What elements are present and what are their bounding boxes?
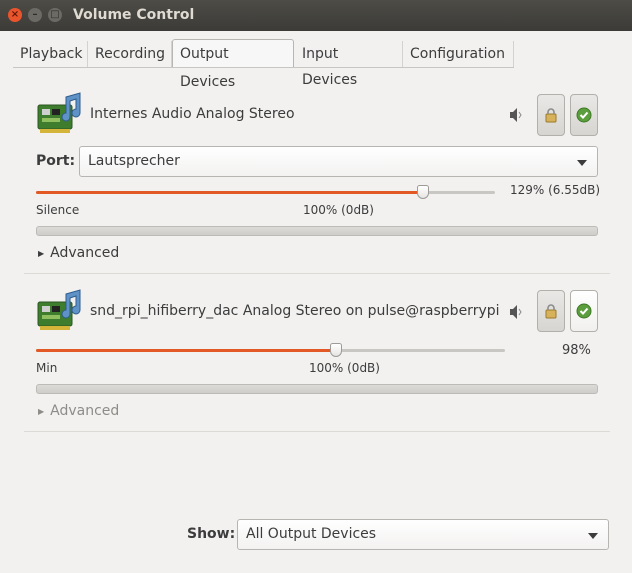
show-select[interactable]: All Output Devices xyxy=(237,519,609,550)
title-bar: × – □ Volume Control xyxy=(0,0,632,31)
minimize-window-button[interactable]: – xyxy=(28,8,42,22)
volume-value: 98% xyxy=(562,343,591,358)
check-icon xyxy=(576,303,592,319)
maximize-window-button[interactable]: □ xyxy=(48,8,62,22)
base-volume-label: 100% (0dB) xyxy=(309,361,380,375)
tab-divider xyxy=(13,67,514,68)
speaker-mute-icon[interactable] xyxy=(508,303,526,321)
advanced-expander[interactable]: ▶ Advanced xyxy=(38,403,119,419)
silence-label: Silence xyxy=(36,203,80,217)
peak-meter xyxy=(36,384,598,394)
chevron-down-icon xyxy=(588,533,598,539)
set-default-button[interactable] xyxy=(570,94,598,136)
device-separator xyxy=(24,273,610,274)
device-separator xyxy=(24,431,610,432)
tab-configuration[interactable]: Configuration xyxy=(403,41,514,67)
base-volume-label: 100% (0dB) xyxy=(303,203,374,217)
tab-playback[interactable]: Playback xyxy=(13,41,88,67)
sound-card-icon xyxy=(36,288,84,336)
volume-slider-handle[interactable] xyxy=(330,343,342,357)
advanced-label: Advanced xyxy=(50,245,120,261)
window-title: Volume Control xyxy=(73,7,195,23)
port-label: Port: xyxy=(36,153,76,169)
device-name: Internes Audio Analog Stereo xyxy=(90,106,295,122)
port-select[interactable]: Lautsprecher xyxy=(79,146,598,177)
tab-input-devices[interactable]: Input Devices xyxy=(295,41,403,88)
volume-value: 129% (6.55dB) xyxy=(510,183,601,197)
volume-slider-handle[interactable] xyxy=(417,185,429,199)
set-default-button[interactable] xyxy=(570,290,598,332)
advanced-label: Advanced xyxy=(50,403,120,419)
expander-arrow-icon: ▶ xyxy=(38,406,45,416)
tab-recording[interactable]: Recording xyxy=(88,41,172,67)
lock-icon xyxy=(545,108,557,123)
volume-slider-fill xyxy=(36,191,423,194)
volume-slider-fill xyxy=(36,349,336,352)
device-name: snd_rpi_hifiberry_dac Analog Stereo on p… xyxy=(90,303,500,319)
lock-channels-button[interactable] xyxy=(537,94,565,136)
close-window-button[interactable]: × xyxy=(8,8,22,22)
show-select-value: All Output Devices xyxy=(246,526,377,542)
expander-arrow-icon: ▶ xyxy=(38,248,45,258)
chevron-down-icon xyxy=(577,160,587,166)
volume-slider[interactable] xyxy=(36,185,495,199)
tab-output-devices[interactable]: Output Devices xyxy=(172,39,294,90)
speaker-mute-icon[interactable] xyxy=(508,106,526,124)
advanced-expander[interactable]: ▶ Advanced xyxy=(38,245,119,261)
show-label: Show: xyxy=(187,526,236,542)
peak-meter xyxy=(36,226,598,236)
min-label: Min xyxy=(36,361,58,375)
port-select-value: Lautsprecher xyxy=(88,153,180,169)
lock-icon xyxy=(545,304,557,319)
volume-slider[interactable] xyxy=(36,343,505,357)
sound-card-icon xyxy=(36,91,84,139)
lock-channels-button[interactable] xyxy=(537,290,565,332)
check-icon xyxy=(576,107,592,123)
